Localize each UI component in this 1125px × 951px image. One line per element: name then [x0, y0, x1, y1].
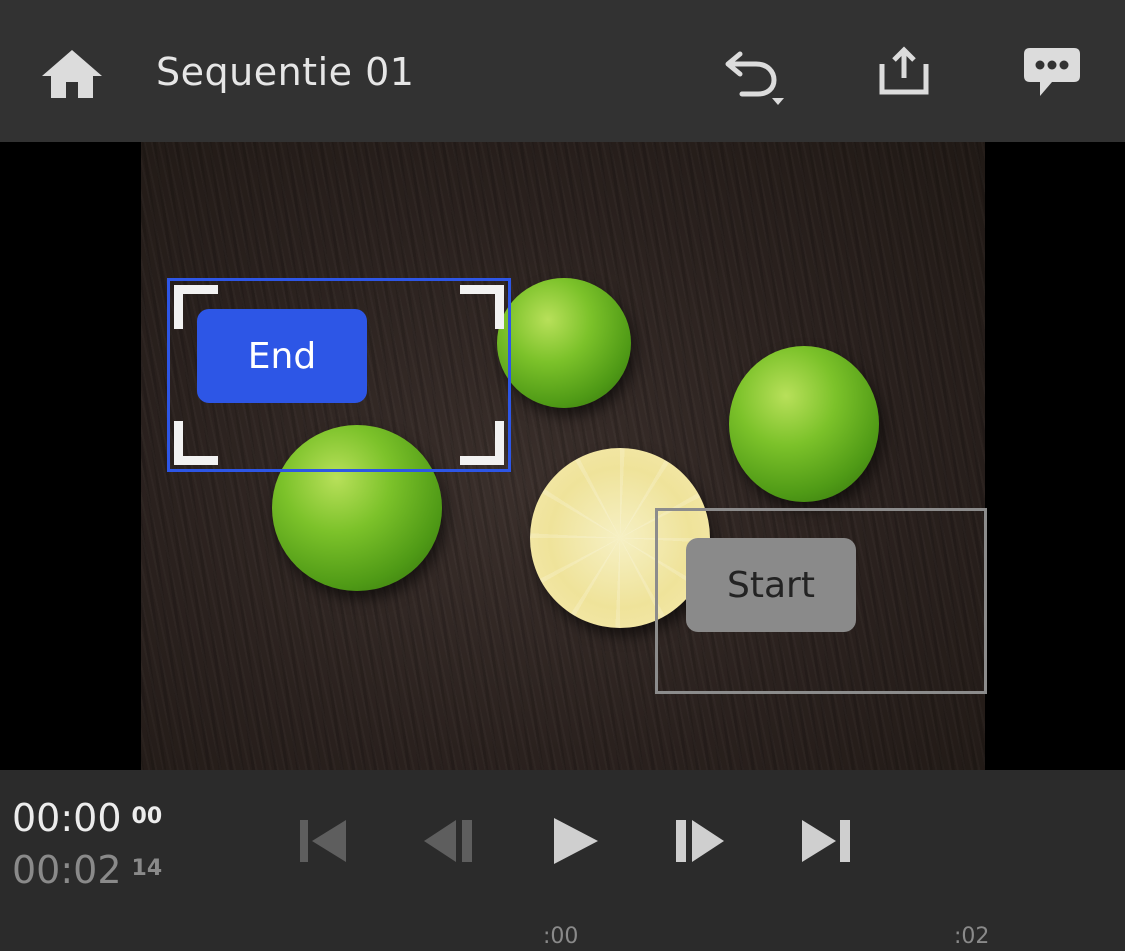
video-viewer: Start End	[0, 142, 1125, 770]
go-to-start-icon[interactable]	[296, 816, 352, 866]
top-bar: Sequentie 01	[0, 0, 1125, 142]
duration-timecode: 00:02 14	[12, 848, 162, 892]
resize-handle-bottom-left[interactable]	[174, 421, 218, 465]
comment-icon[interactable]	[1022, 46, 1082, 100]
lime-right	[729, 346, 879, 502]
current-time: 00:00	[12, 796, 122, 840]
current-frames: 00	[131, 804, 163, 829]
end-label[interactable]: End	[197, 309, 367, 403]
home-icon[interactable]	[40, 48, 104, 100]
duration-time: 00:02	[12, 848, 122, 892]
resize-handle-top-right[interactable]	[460, 285, 504, 329]
start-region[interactable]: Start	[655, 508, 987, 694]
step-forward-icon[interactable]	[672, 816, 728, 866]
step-back-icon[interactable]	[420, 816, 476, 866]
current-timecode: 00:00 00	[12, 796, 162, 840]
end-region[interactable]: End	[167, 278, 511, 472]
start-label[interactable]: Start	[686, 538, 856, 632]
lime-top	[497, 278, 631, 408]
page-title: Sequentie 01	[156, 50, 415, 94]
share-icon[interactable]	[874, 46, 934, 96]
transport-bar: 00:00 00 00:02 14 :00 :02	[0, 770, 1125, 951]
timeline-tick-2: :02	[954, 924, 990, 949]
duration-frames: 14	[131, 856, 163, 881]
resize-handle-bottom-right[interactable]	[460, 421, 504, 465]
go-to-end-icon[interactable]	[798, 816, 854, 866]
timeline-tick-0: :00	[543, 924, 579, 949]
play-icon[interactable]	[548, 816, 604, 866]
undo-icon[interactable]	[716, 48, 788, 108]
